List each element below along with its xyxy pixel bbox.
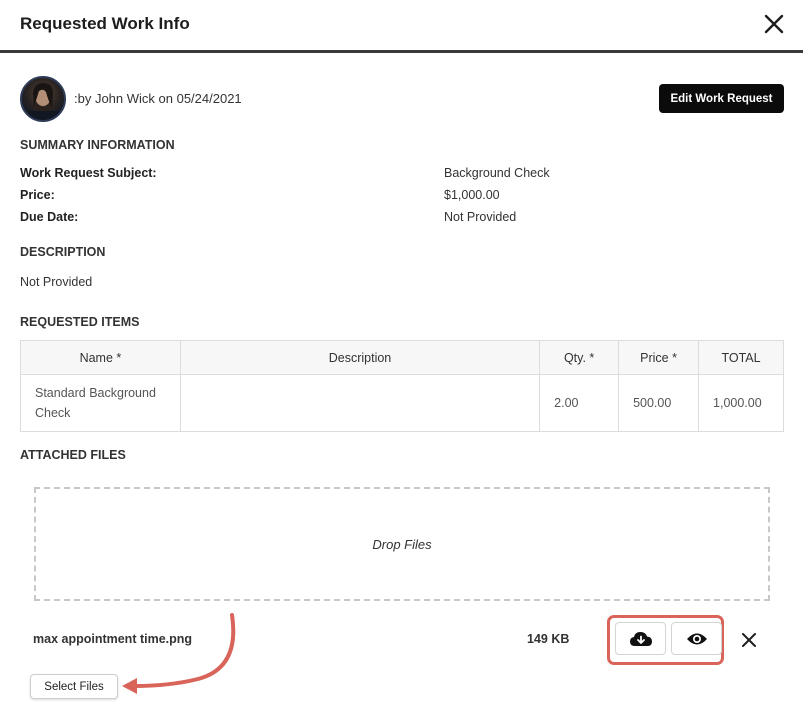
attached-files-heading: ATTACHED FILES (20, 448, 126, 462)
column-header-total: TOTAL (698, 340, 784, 375)
modal-header: Requested Work Info (0, 0, 803, 53)
file-drop-zone[interactable]: Drop Files (34, 487, 770, 601)
avatar (20, 76, 66, 122)
item-total-cell: 1,000.00 (698, 374, 784, 432)
download-file-button[interactable] (615, 622, 666, 655)
item-qty-cell: 2.00 (539, 374, 620, 432)
close-icon[interactable] (762, 12, 786, 36)
select-files-button[interactable]: Select Files (30, 674, 118, 699)
item-price-cell: 500.00 (618, 374, 700, 432)
column-header-name: Name * (20, 340, 181, 375)
price-label: Price: (20, 188, 55, 202)
item-name-cell: Standard Background Check (20, 374, 181, 432)
due-date-label: Due Date: (20, 210, 79, 224)
remove-file-icon[interactable] (741, 632, 757, 648)
column-header-description: Description (179, 340, 541, 375)
item-description-cell (179, 374, 541, 432)
price-value: $1,000.00 (444, 188, 500, 202)
edit-work-request-button[interactable]: Edit Work Request (659, 84, 784, 113)
requested-items-heading: REQUESTED ITEMS (20, 315, 140, 329)
work-request-modal: Requested Work Info :by John Wick on 05/… (0, 0, 803, 714)
modal-title: Requested Work Info (20, 14, 190, 33)
attached-file-name: max appointment time.png (33, 632, 193, 646)
eye-icon (686, 633, 707, 644)
requested-items-table: Name * Description Qty. * Price * TOTAL … (20, 340, 784, 432)
summary-heading: SUMMARY INFORMATION (20, 138, 175, 152)
description-value: Not Provided (20, 275, 93, 289)
table-header-row: Name * Description Qty. * Price * TOTAL (20, 340, 784, 375)
request-byline: :by John Wick on 05/24/2021 (74, 91, 242, 106)
column-header-price: Price * (618, 340, 700, 375)
column-header-qty: Qty. * (539, 340, 620, 375)
description-heading: DESCRIPTION (20, 245, 106, 259)
subject-value: Background Check (444, 166, 550, 180)
view-file-button[interactable] (671, 622, 722, 655)
attached-file-size: 149 KB (527, 632, 570, 646)
drop-files-label: Drop Files (372, 536, 432, 552)
due-date-value: Not Provided (444, 210, 517, 224)
table-row: Standard Background Check 2.00 500.00 1,… (20, 374, 784, 432)
cloud-download-icon (629, 631, 652, 646)
subject-label: Work Request Subject: (20, 166, 157, 180)
